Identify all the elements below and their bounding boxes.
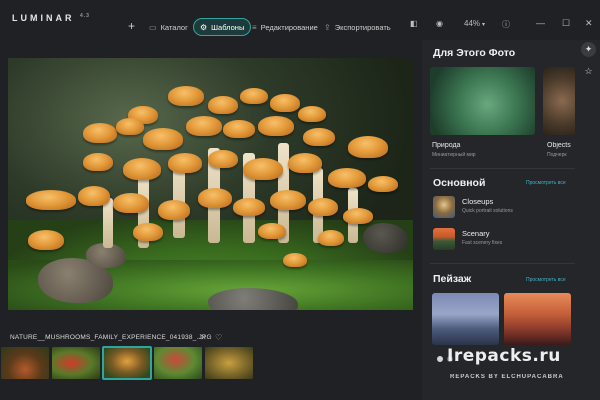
close-icon[interactable]: ✕	[200, 333, 207, 342]
mushroom-cap	[243, 158, 283, 180]
mushroom-cap	[328, 168, 366, 188]
mushroom-cap	[270, 190, 306, 210]
info-icon[interactable]: ⓘ	[502, 19, 510, 30]
sliders-icon: ≡	[252, 22, 257, 32]
mushroom-cap	[28, 230, 64, 250]
compare-icon[interactable]: ◧	[410, 19, 418, 28]
scenary-thumbnail[interactable]	[433, 228, 455, 250]
watermark-text: Irepacks.ru	[447, 346, 561, 366]
closeups-thumbnail[interactable]	[433, 196, 455, 218]
closeups-title[interactable]: Closeups	[462, 197, 493, 206]
tab-edit-label: Редактирование	[260, 22, 318, 32]
tab-export-label: Экспортировать	[334, 22, 391, 32]
card-objects-image[interactable]	[543, 67, 575, 135]
mushroom-cap	[270, 94, 300, 112]
mushroom-cap	[168, 86, 204, 106]
tab-export[interactable]: ⇪ Экспортировать	[318, 18, 397, 36]
filmstrip	[0, 346, 253, 381]
mushroom-cap	[288, 153, 322, 173]
heart-icon[interactable]: ♡	[215, 333, 222, 342]
basic-view-all-link[interactable]: Просмотреть все	[526, 180, 566, 186]
mushroom-stem	[103, 198, 113, 248]
card-objects-label: Objects	[547, 142, 571, 149]
mushroom-cap	[158, 200, 190, 220]
mushroom-cap	[348, 136, 388, 158]
mushroom-cap	[283, 253, 307, 267]
mushroom-cap	[186, 116, 222, 136]
thumbnail[interactable]	[52, 347, 100, 379]
tab-catalog[interactable]: ▭ Каталог	[143, 18, 194, 36]
carousel-dot-active[interactable]	[437, 356, 443, 362]
mushroom-cap	[298, 106, 326, 122]
mushroom-cap	[240, 88, 268, 104]
folder-icon: ▭	[149, 22, 157, 32]
thumbnail-selected[interactable]	[102, 346, 152, 380]
photo-filename: NATURE__MUSHROOMS_FAMILY_EXPERIENCE_0419…	[10, 334, 212, 341]
mushroom-cap	[368, 176, 398, 192]
thumbnail[interactable]	[154, 347, 202, 379]
mushroom-cap	[83, 123, 117, 143]
zoom-level[interactable]: 44%	[464, 19, 480, 28]
divider	[430, 168, 575, 169]
mushroom-cap	[123, 158, 161, 180]
maximize-icon[interactable]: ☐	[562, 18, 570, 29]
templates-icon: ⚙	[200, 22, 208, 32]
mushroom-cap	[133, 223, 163, 241]
card-objects-sub: Подчерк	[547, 152, 567, 158]
landscape-view-all-link[interactable]: Просмотреть все	[526, 277, 566, 283]
star-icon[interactable]: ☆	[581, 64, 596, 79]
tab-catalog-label: Каталог	[160, 22, 188, 32]
scenary-title[interactable]: Scenary	[462, 229, 490, 238]
add-photos-button[interactable]: +	[128, 19, 135, 33]
mushroom-cap	[168, 153, 202, 173]
tab-templates-label: Шаблоны	[211, 22, 245, 32]
mushroom-cap	[223, 120, 255, 138]
landscape-card-sunset[interactable]	[504, 293, 571, 345]
mushroom-cap	[78, 186, 110, 206]
closeups-sub: Quick portrait solutions	[462, 208, 513, 214]
chevron-down-icon[interactable]: ▾	[482, 21, 485, 28]
export-icon: ⇪	[324, 22, 331, 32]
mushroom-cap	[308, 198, 338, 216]
mushroom-cap	[258, 223, 286, 239]
mushroom-cap	[198, 188, 232, 208]
mushroom-cap	[143, 128, 183, 150]
mushroom-cap	[116, 118, 144, 135]
templates-side-icon[interactable]: ✦	[581, 42, 596, 57]
landscape-card-city[interactable]	[432, 293, 499, 345]
mushroom-cap	[208, 96, 238, 114]
landscape-section-title: Пейзаж	[433, 273, 472, 285]
card-nature-image[interactable]	[430, 67, 535, 135]
basic-section-title: Основной	[433, 177, 486, 189]
title-bar: LUMINAR 4.3 + ▭ Каталог ⚙ Шаблоны ≡ Реда…	[0, 0, 600, 40]
close-icon[interactable]: ✕	[585, 18, 593, 29]
card-nature-label: Природа	[432, 142, 461, 149]
main-photo[interactable]	[8, 58, 413, 310]
scenary-sub: Fast scenery fixes	[462, 240, 503, 246]
rock-right	[363, 223, 408, 253]
tab-templates[interactable]: ⚙ Шаблоны	[193, 18, 252, 36]
mushroom-cap	[113, 193, 149, 213]
mushroom-cap	[233, 198, 265, 216]
tab-edit[interactable]: ≡ Редактирование	[246, 18, 324, 36]
minimize-icon[interactable]: —	[536, 18, 545, 28]
card-nature-sub: Миниатюрный мир	[432, 152, 476, 158]
watermark-subtext: REPACKS BY ELCHUPACABRA	[450, 374, 564, 380]
divider	[430, 263, 575, 264]
mushroom-cap	[303, 128, 335, 146]
mushroom-cap	[208, 150, 238, 168]
mushroom-cap	[83, 153, 113, 171]
app-logo: LUMINAR 4.3	[12, 13, 90, 23]
eye-icon[interactable]: ◉	[436, 19, 443, 28]
thumbnail[interactable]	[1, 347, 49, 379]
mushroom-cap	[318, 230, 344, 246]
thumbnail[interactable]	[205, 347, 253, 379]
for-this-photo-title: Для Этого Фото	[433, 47, 516, 59]
mushroom-cap	[343, 208, 373, 224]
mushroom-cap	[26, 190, 76, 210]
mushroom-cap	[258, 116, 294, 136]
